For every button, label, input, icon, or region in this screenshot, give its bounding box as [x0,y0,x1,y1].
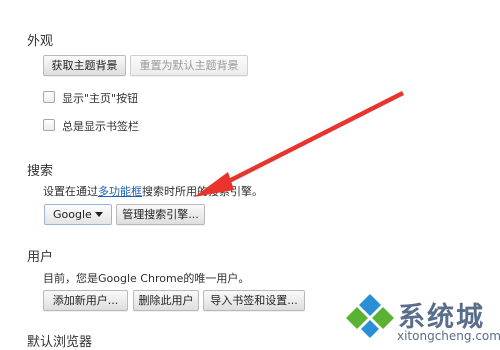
watermark-url: xitongcheng.com [397,329,500,343]
watermark-logo-icon [346,294,394,338]
